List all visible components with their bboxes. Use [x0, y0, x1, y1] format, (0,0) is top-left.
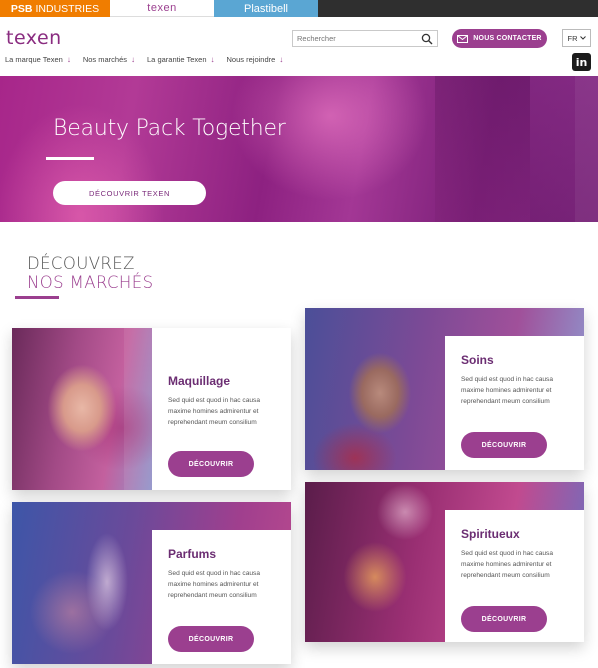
- main-nav: La marque Texen ↓ Nos marchés ↓ La garan…: [5, 55, 295, 64]
- nav-label: La marque Texen: [5, 55, 63, 64]
- plastibell-tab-label: Plastibell: [243, 2, 289, 15]
- card-description: Sed quid est quod in hac causa maxime ho…: [461, 376, 554, 405]
- discover-button[interactable]: DÉCOUVRIR: [168, 626, 254, 652]
- brand-tab-plastibell[interactable]: Plastibell: [214, 0, 318, 17]
- hero-divider: [46, 157, 94, 160]
- maquillage-image: [12, 328, 152, 490]
- card-panel: Spiritueux Sed quid est quod in hac caus…: [445, 510, 584, 642]
- card-panel: Soins Sed quid est quod in hac causa max…: [445, 336, 584, 470]
- nav-item-nous-rejoindre[interactable]: Nous rejoindre ↓: [227, 55, 284, 64]
- card-panel: Maquillage Sed quid est quod in hac caus…: [152, 328, 291, 490]
- nav-item-nos-marches[interactable]: Nos marchés ↓: [83, 55, 135, 64]
- page: PSB INDUSTRIES texen Plastibell texen NO…: [0, 0, 598, 668]
- search-input[interactable]: [293, 31, 415, 46]
- discover-button[interactable]: DÉCOUVRIR: [168, 451, 254, 477]
- linkedin-icon[interactable]: in: [572, 53, 591, 71]
- psb-industries-label: INDUSTRIES: [35, 2, 100, 15]
- section-title-line2: NOS MARCHÉS: [27, 273, 154, 292]
- market-card-soins: Soins Sed quid est quod in hac causa max…: [305, 308, 584, 470]
- search-box: [292, 30, 438, 47]
- card-title: Spiritueux: [461, 527, 520, 541]
- image-shading: [124, 328, 152, 490]
- arrow-down-icon: ↓: [279, 55, 284, 64]
- envelope-icon: [457, 34, 469, 43]
- nav-label: La garantie Texen: [147, 55, 207, 64]
- nav-label: Nos marchés: [82, 55, 128, 64]
- search-icon[interactable]: [421, 33, 433, 45]
- arrow-down-icon: ↓: [131, 55, 136, 64]
- contact-button-label: NOUS CONTACTER: [473, 35, 542, 42]
- group-brand-bar: PSB INDUSTRIES texen Plastibell: [0, 0, 598, 17]
- brand-tab-texen[interactable]: texen: [110, 0, 214, 17]
- hero-title: Beauty Pack Together: [53, 116, 286, 141]
- nav-item-la-garantie-texen[interactable]: La garantie Texen ↓: [147, 55, 215, 64]
- card-panel: Parfums Sed quid est quod in hac causa m…: [152, 530, 291, 664]
- hero-background-band: [575, 76, 598, 222]
- section-title-line1: DÉCOUVREZ: [27, 254, 135, 273]
- card-title: Maquillage: [168, 374, 231, 388]
- nav-label: Nous rejoindre: [226, 55, 276, 64]
- language-label: FR: [567, 33, 578, 43]
- texen-tab-label: texen: [147, 2, 177, 14]
- hero-background-band: [435, 76, 530, 222]
- market-card-spiritueux: Spiritueux Sed quid est quod in hac caus…: [305, 482, 584, 642]
- language-selector[interactable]: FR: [562, 29, 591, 47]
- contact-button[interactable]: NOUS CONTACTER: [452, 29, 547, 48]
- discover-texen-button[interactable]: DÉCOUVRIR TEXEN: [53, 181, 206, 205]
- arrow-down-icon: ↓: [66, 55, 71, 64]
- card-title: Soins: [461, 353, 494, 367]
- discover-button[interactable]: DÉCOUVRIR: [461, 432, 547, 458]
- psb-bold-label: PSB: [10, 2, 33, 15]
- discover-button[interactable]: DÉCOUVRIR: [461, 606, 547, 632]
- brand-tab-psb-industries[interactable]: PSB INDUSTRIES: [0, 0, 110, 17]
- card-title: Parfums: [168, 547, 217, 561]
- nav-item-la-marque-texen[interactable]: La marque Texen ↓: [5, 55, 71, 64]
- market-card-parfums: Parfums Sed quid est quod in hac causa m…: [12, 502, 291, 664]
- market-card-maquillage: Maquillage Sed quid est quod in hac caus…: [12, 328, 291, 490]
- card-description: Sed quid est quod in hac causa maxime ho…: [168, 570, 261, 599]
- card-description: Sed quid est quod in hac causa maxime ho…: [461, 550, 554, 579]
- chevron-down-icon: [579, 36, 586, 40]
- section-divider: [15, 296, 59, 299]
- hero-banner: Beauty Pack Together DÉCOUVRIR TEXEN: [0, 76, 598, 222]
- site-logo[interactable]: texen: [6, 27, 62, 49]
- card-description: Sed quid est quod in hac causa maxime ho…: [168, 397, 261, 426]
- arrow-down-icon: ↓: [210, 55, 215, 64]
